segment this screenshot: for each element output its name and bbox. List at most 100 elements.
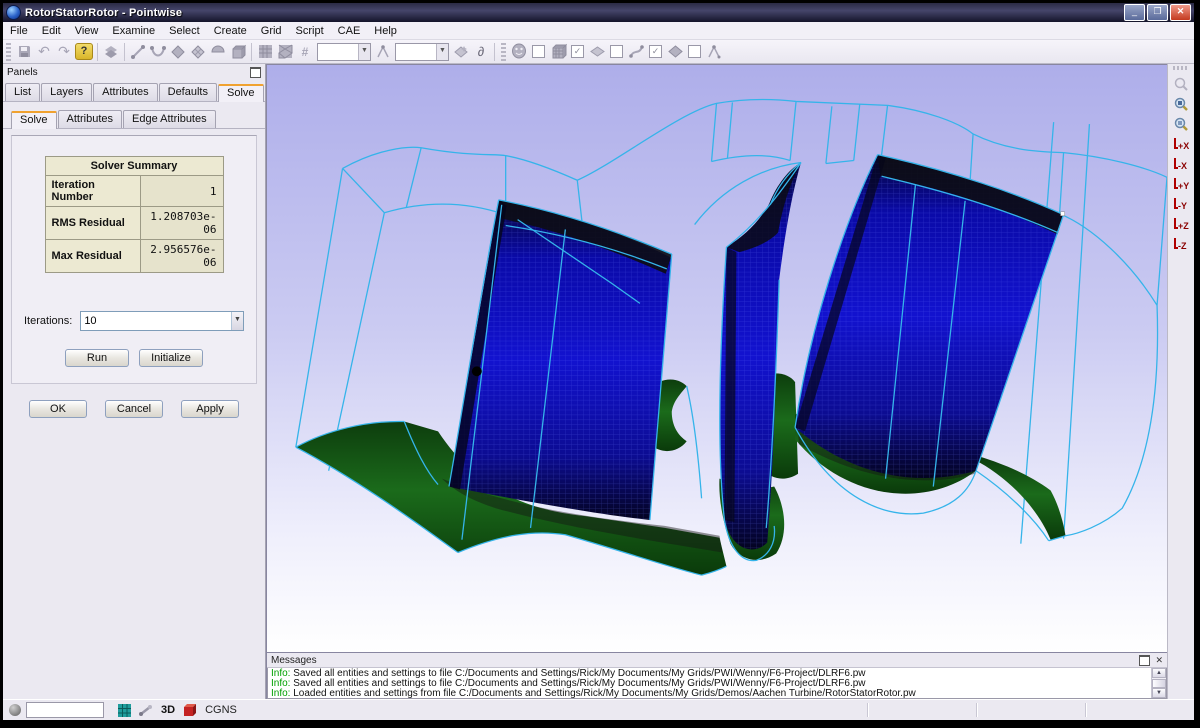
main-area: Panels List Layers Attributes Defaults S…: [3, 64, 1194, 699]
dimension-combo[interactable]: ▼: [317, 43, 371, 61]
chevron-down-icon[interactable]: ▼: [436, 44, 448, 60]
rms-residual-value: 1.208703e-06: [140, 207, 223, 240]
status-sphere-icon: [9, 704, 21, 716]
toolbar-drag-handle[interactable]: [6, 43, 11, 61]
max-residual-value: 2.956576e-06: [140, 240, 223, 273]
ok-button[interactable]: OK: [29, 400, 87, 418]
status-input[interactable]: [26, 702, 104, 718]
cancel-button[interactable]: Cancel: [105, 400, 163, 418]
viewport-3d[interactable]: [266, 64, 1167, 653]
initialize-button[interactable]: Initialize: [139, 349, 203, 367]
restore-button[interactable]: ❐: [1147, 4, 1168, 21]
scroll-up-icon[interactable]: ▲: [1152, 668, 1166, 678]
run-button[interactable]: Run: [65, 349, 129, 367]
close-button[interactable]: ✕: [1170, 4, 1191, 21]
spacing-icon[interactable]: [373, 42, 393, 62]
zoom-icon[interactable]: [1171, 74, 1192, 94]
spacing-mask-icon[interactable]: [704, 42, 724, 62]
undo-icon[interactable]: ↶: [34, 42, 54, 62]
chevron-down-icon[interactable]: ▼: [358, 44, 370, 60]
max-residual-label: Max Residual: [45, 240, 140, 273]
curve-tool-icon[interactable]: [148, 42, 168, 62]
viewport-3d-scene[interactable]: [267, 65, 1167, 652]
close-messages-icon[interactable]: ✕: [1155, 656, 1163, 665]
menu-select[interactable]: Select: [162, 24, 207, 38]
apply-button[interactable]: Apply: [181, 400, 239, 418]
menu-examine[interactable]: Examine: [105, 24, 162, 38]
menu-grid[interactable]: Grid: [254, 24, 289, 38]
save-icon[interactable]: [14, 42, 34, 62]
block-mask-icon[interactable]: [548, 42, 568, 62]
grid-status-icon[interactable]: [118, 704, 131, 717]
mask-block-checkbox[interactable]: [532, 45, 545, 58]
app-icon: [6, 5, 21, 20]
selection-point[interactable]: [472, 366, 482, 376]
tab-attributes[interactable]: Attributes: [93, 83, 157, 101]
connector-mask-icon[interactable]: [626, 42, 646, 62]
view-plus-z-button[interactable]: +Z: [1171, 214, 1192, 234]
float-panel-icon[interactable]: [250, 67, 261, 78]
tab-solve-attributes[interactable]: Attributes: [58, 110, 122, 128]
view-minus-y-button[interactable]: -Y: [1171, 194, 1192, 214]
messages-list: Info: Saved all entities and settings to…: [268, 668, 1151, 698]
toolbar-drag-handle[interactable]: [1173, 66, 1189, 70]
layers-icon[interactable]: [101, 42, 121, 62]
connector-status-icon[interactable]: [139, 704, 153, 716]
menu-help[interactable]: Help: [367, 24, 404, 38]
structured-grid-icon[interactable]: [255, 42, 275, 62]
float-messages-icon[interactable]: [1139, 655, 1150, 666]
view-plus-x-button[interactable]: +X: [1171, 134, 1192, 154]
tab-list[interactable]: List: [5, 83, 40, 101]
domain-tool-icon[interactable]: [168, 42, 188, 62]
zoom-fit-icon[interactable]: [1171, 94, 1192, 114]
spacing-combo[interactable]: ▼: [395, 43, 449, 61]
database-mask-checkbox[interactable]: ✓: [649, 45, 662, 58]
menu-create[interactable]: Create: [207, 24, 254, 38]
scroll-thumb[interactable]: [1152, 679, 1166, 688]
zoom-reset-icon[interactable]: [1171, 114, 1192, 134]
connector-tool-icon[interactable]: [128, 42, 148, 62]
menu-edit[interactable]: Edit: [35, 24, 68, 38]
menu-script[interactable]: Script: [289, 24, 331, 38]
toolbar-drag-handle[interactable]: [501, 43, 506, 61]
dialog-button-row: OK Cancel Apply: [3, 400, 265, 418]
block-tool-icon[interactable]: [228, 42, 248, 62]
view-minus-x-button[interactable]: -X: [1171, 154, 1192, 174]
structured-domain-icon[interactable]: [188, 42, 208, 62]
mask-icon[interactable]: [509, 42, 529, 62]
view-plus-y-button[interactable]: +Y: [1171, 174, 1192, 194]
menu-view[interactable]: View: [68, 24, 106, 38]
menu-bar: File Edit View Examine Select Create Gri…: [3, 22, 1194, 40]
messages-body: Info: Saved all entities and settings to…: [267, 668, 1167, 699]
redo-icon[interactable]: ↷: [54, 42, 74, 62]
messages-scrollbar[interactable]: ▲ ▼: [1151, 668, 1166, 698]
tab-layers[interactable]: Layers: [41, 83, 92, 101]
tab-solve-edge-attributes[interactable]: Edge Attributes: [123, 110, 216, 128]
partial-derivative-icon[interactable]: ∂: [471, 42, 491, 62]
dimension-icon[interactable]: #: [295, 42, 315, 62]
control-point[interactable]: [1061, 212, 1065, 216]
scroll-down-icon[interactable]: ▼: [1152, 688, 1166, 698]
title-bar[interactable]: RotorStatorRotor - Pointwise _ ❐ ✕: [3, 3, 1194, 22]
database-mask-icon[interactable]: [665, 42, 685, 62]
connector-mask-checkbox[interactable]: [610, 45, 623, 58]
menu-file[interactable]: File: [3, 24, 35, 38]
tab-defaults[interactable]: Defaults: [159, 83, 217, 101]
menu-cae[interactable]: CAE: [331, 24, 368, 38]
tab-solve-solve[interactable]: Solve: [11, 111, 57, 129]
extrude-tool-icon[interactable]: [208, 42, 228, 62]
run-button-row: Run Initialize: [12, 349, 256, 367]
solve-group-box: Solver Summary Iteration Number 1 RMS Re…: [11, 135, 257, 384]
solve-panel-icon[interactable]: [451, 42, 471, 62]
tab-solve[interactable]: Solve: [218, 84, 264, 102]
domain-mask-icon[interactable]: [587, 42, 607, 62]
help-icon[interactable]: ?: [74, 42, 94, 62]
minimize-button[interactable]: _: [1124, 4, 1145, 21]
iterations-input[interactable]: [81, 312, 231, 330]
spacing-mask-checkbox[interactable]: [688, 45, 701, 58]
view-minus-z-button[interactable]: -Z: [1171, 234, 1192, 254]
chevron-down-icon[interactable]: ▼: [231, 312, 243, 330]
iterations-combo[interactable]: ▼: [80, 311, 244, 331]
domain-mask-checkbox[interactable]: ✓: [571, 45, 584, 58]
unstructured-grid-icon[interactable]: [275, 42, 295, 62]
